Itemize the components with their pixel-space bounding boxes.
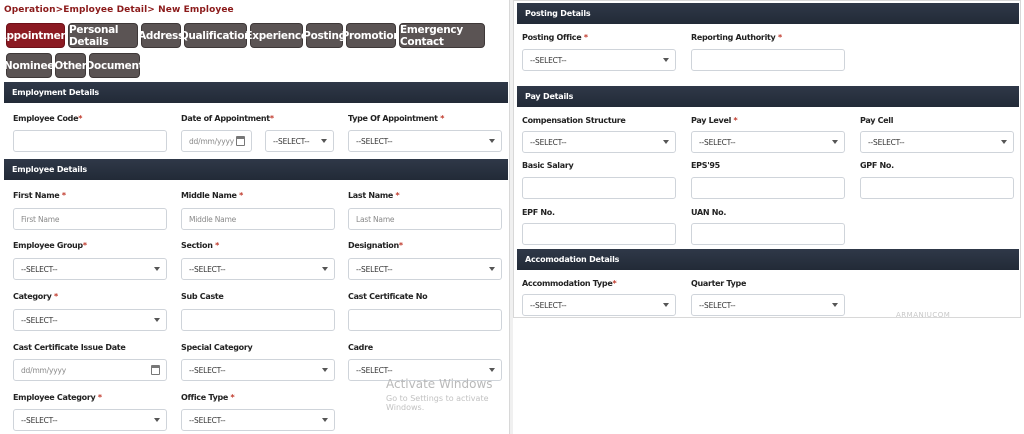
middle-name-label: Middle Name * [181,191,244,200]
tab-other[interactable]: Other [54,53,87,78]
employee-category-select[interactable]: --SELECT-- [13,409,167,431]
appointment-panel: Operation>Employee Detail> New Employee … [0,0,510,434]
date-of-appointment-input[interactable]: dd/mm/yyyy [181,130,252,152]
section-label: Section * [181,241,219,250]
chevron-down-icon [322,267,328,271]
designation-select[interactable]: --SELECT-- [348,258,502,280]
pay-level-label: Pay Level * [691,116,738,125]
posting-office-label: Posting Office * [522,33,588,42]
employment-details-header: Employment Details [4,82,508,103]
cast-certificate-label: Cast Certificate No [348,292,428,301]
tab-personal-details[interactable]: Personal Details [68,23,138,48]
sub-caste-input[interactable] [181,309,335,331]
reporting-authority-label: Reporting Authority * [691,33,782,42]
special-category-label: Special Category [181,343,253,352]
compensation-structure-select[interactable]: --SELECT-- [522,131,676,153]
epf-label: EPF No. [522,208,555,217]
date-of-appointment-label: Date of Appointment* [181,114,274,123]
first-name-input[interactable]: First Name [13,208,167,230]
office-type-label: Office Type * [181,393,235,402]
type-of-appointment-select[interactable]: --SELECT-- [348,130,502,152]
basic-salary-input[interactable] [522,177,676,199]
pay-cell-select[interactable]: --SELECT-- [860,131,1014,153]
employee-group-select[interactable]: --SELECT-- [13,258,167,280]
tab-emergency-contact[interactable]: Emergency Contact [399,23,485,48]
accommodation-type-label: Accommodation Type* [522,279,617,288]
compensation-structure-label: Compensation Structure [522,116,626,125]
chevron-down-icon [322,418,328,422]
gpf-input[interactable] [860,177,1014,199]
chevron-down-icon [322,368,328,372]
type-of-appointment-label: Type Of Appointment * [348,114,445,123]
employee-details-header: Employee Details [4,159,508,180]
gpf-label: GPF No. [860,161,894,170]
faint-watermark-text: ARMANIUCOM [896,311,951,319]
section-select[interactable]: --SELECT-- [181,258,335,280]
pay-level-select[interactable]: --SELECT-- [691,131,845,153]
employee-group-label: Employee Group* [13,241,87,250]
tab-nominee[interactable]: Nominee [4,53,54,78]
cadre-label: Cadre [348,343,373,352]
posting-details-header: Posting Details [517,3,1019,24]
sub-caste-label: Sub Caste [181,292,224,301]
chevron-down-icon [663,303,669,307]
employee-code-label: Employee Code* [13,114,83,123]
tab-address[interactable]: Address [138,23,184,48]
activate-windows-watermark: Activate Windows [386,377,493,391]
tab-promotion[interactable]: Promotion [342,23,401,48]
chevron-down-icon [154,267,160,271]
tab-posting[interactable]: Posting [303,23,346,48]
chevron-down-icon [489,139,495,143]
uan-input[interactable] [691,223,845,245]
first-name-label: First Name * [13,191,66,200]
chevron-down-icon [832,303,838,307]
quarter-type-select[interactable]: --SELECT-- [691,294,845,316]
calendar-icon[interactable] [236,136,245,146]
quarter-type-label: Quarter Type [691,279,747,288]
employee-category-label: Employee Category * [13,393,102,402]
pay-cell-label: Pay Cell [860,116,894,125]
last-name-label: Last Name * [348,191,400,200]
tab-appointment[interactable]: Appointment [0,23,73,48]
uan-label: UAN No. [691,208,727,217]
accommodation-type-select[interactable]: --SELECT-- [522,294,676,316]
chevron-down-icon [154,418,160,422]
posting-office-select[interactable]: --SELECT-- [522,49,676,71]
accommodation-details-header: Accomodation Details [517,249,1019,270]
activate-windows-subtext: Go to Settings to activate Windows. [386,394,489,412]
breadcrumb: Operation>Employee Detail> New Employee [4,5,234,15]
appointment-time-select[interactable]: --SELECT-- [265,130,334,152]
chevron-down-icon [1001,140,1007,144]
calendar-icon[interactable] [151,365,160,375]
category-label: Category * [13,292,58,301]
posting-pay-panel: Posting Details Posting Office * --SELEC… [513,0,1021,318]
epf-input[interactable] [522,223,676,245]
eps-label: EPS'95 [691,161,720,170]
category-select[interactable]: --SELECT-- [13,309,167,331]
tab-experience[interactable]: Experience [245,23,308,48]
cast-certificate-input[interactable] [348,309,502,331]
chevron-down-icon [489,267,495,271]
chevron-down-icon [663,140,669,144]
chevron-down-icon [832,140,838,144]
middle-name-input[interactable]: Middle Name [181,208,335,230]
office-type-select[interactable]: --SELECT-- [181,409,335,431]
chevron-down-icon [663,58,669,62]
eps-input[interactable] [691,177,845,199]
tab-document[interactable]: Document [86,53,144,78]
chevron-down-icon [321,139,327,143]
pay-details-header: Pay Details [517,86,1019,107]
cast-issue-date-label: Cast Certificate Issue Date [13,343,126,352]
employee-code-input[interactable] [13,130,167,152]
last-name-input[interactable]: Last Name [348,208,502,230]
chevron-down-icon [489,368,495,372]
basic-salary-label: Basic Salary [522,161,574,170]
tab-qualification[interactable]: Qualification [180,23,252,48]
reporting-authority-input[interactable] [691,49,845,71]
special-category-select[interactable]: --SELECT-- [181,359,335,381]
designation-label: Designation* [348,241,403,250]
chevron-down-icon [154,318,160,322]
cast-issue-date-input[interactable]: dd/mm/yyyy [13,359,167,381]
